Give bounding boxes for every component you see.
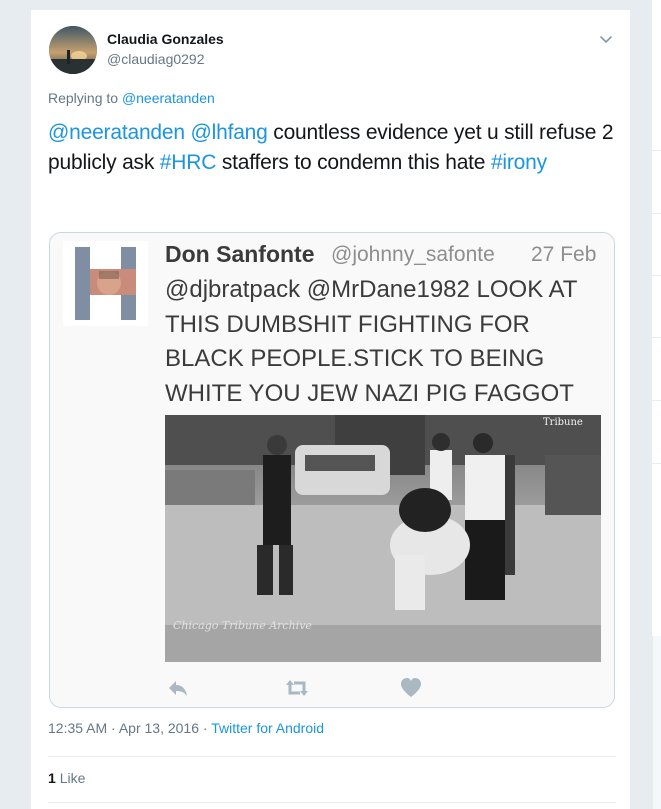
tweet-text-segment: staffers to condemn this hate xyxy=(216,151,491,174)
likes-count[interactable]: 1 Like xyxy=(48,770,85,786)
embedded-author-handle: @johnny_safonte xyxy=(331,243,495,266)
meta-separator: · xyxy=(107,720,119,736)
meta-separator: · xyxy=(199,720,212,736)
tweet-text: @neeratanden @lhfang countless evidence … xyxy=(48,118,618,178)
replying-to: Replying to @neeratanden xyxy=(48,90,215,106)
author-handle[interactable]: @claudiag0292 xyxy=(107,51,205,67)
tweet-time: 12:35 AM xyxy=(48,720,108,736)
embedded-author-name: Don Sanfonte xyxy=(165,241,315,267)
divider xyxy=(48,756,616,757)
tweet-date: Apr 13, 2016 xyxy=(118,720,199,736)
archive-photo: Tribune Chicago Tribune Archive xyxy=(165,415,601,662)
replying-prefix: Replying to xyxy=(48,90,119,106)
tweet-metadata: 12:35 AM · Apr 13, 2016 · Twitter for An… xyxy=(48,720,324,736)
tweet-source-link[interactable]: Twitter for Android xyxy=(211,720,324,736)
hashtag-link[interactable]: #irony xyxy=(491,151,547,174)
hashtag-link[interactable]: #HRC xyxy=(160,151,217,174)
mention-link[interactable]: @lhfang xyxy=(191,121,268,144)
sidebar-panel xyxy=(652,636,661,809)
mention-link[interactable]: @neeratanden xyxy=(48,121,185,144)
photo-watermark: Chicago Tribune Archive xyxy=(173,619,312,632)
reply-icon xyxy=(165,675,191,701)
avatar[interactable] xyxy=(49,26,97,74)
hillary-logo-avatar xyxy=(63,241,148,326)
chevron-down-icon[interactable] xyxy=(597,30,615,48)
attached-image[interactable]: Don Sanfonte @johnny_safonte 27 Feb @djb… xyxy=(49,232,615,708)
likes-label: Like xyxy=(59,770,86,786)
likes-number: 1 xyxy=(48,770,56,786)
replying-to-link[interactable]: @neeratanden xyxy=(122,90,215,106)
author-name[interactable]: Claudia Gonzales xyxy=(107,31,224,47)
embedded-tweet-screenshot: Don Sanfonte @johnny_safonte 27 Feb @djb… xyxy=(50,233,614,707)
embedded-date: 27 Feb xyxy=(531,243,597,266)
heart-icon xyxy=(398,675,424,701)
photo-watermark-top: Tribune xyxy=(543,417,583,428)
embedded-actions xyxy=(50,669,614,707)
retweet-icon xyxy=(284,675,310,701)
tweet-card: Claudia Gonzales @claudiag0292 Replying … xyxy=(30,10,631,809)
embedded-body: @djbratpack @MrDane1982 LOOK AT THIS DUM… xyxy=(165,276,578,407)
divider xyxy=(48,802,616,803)
